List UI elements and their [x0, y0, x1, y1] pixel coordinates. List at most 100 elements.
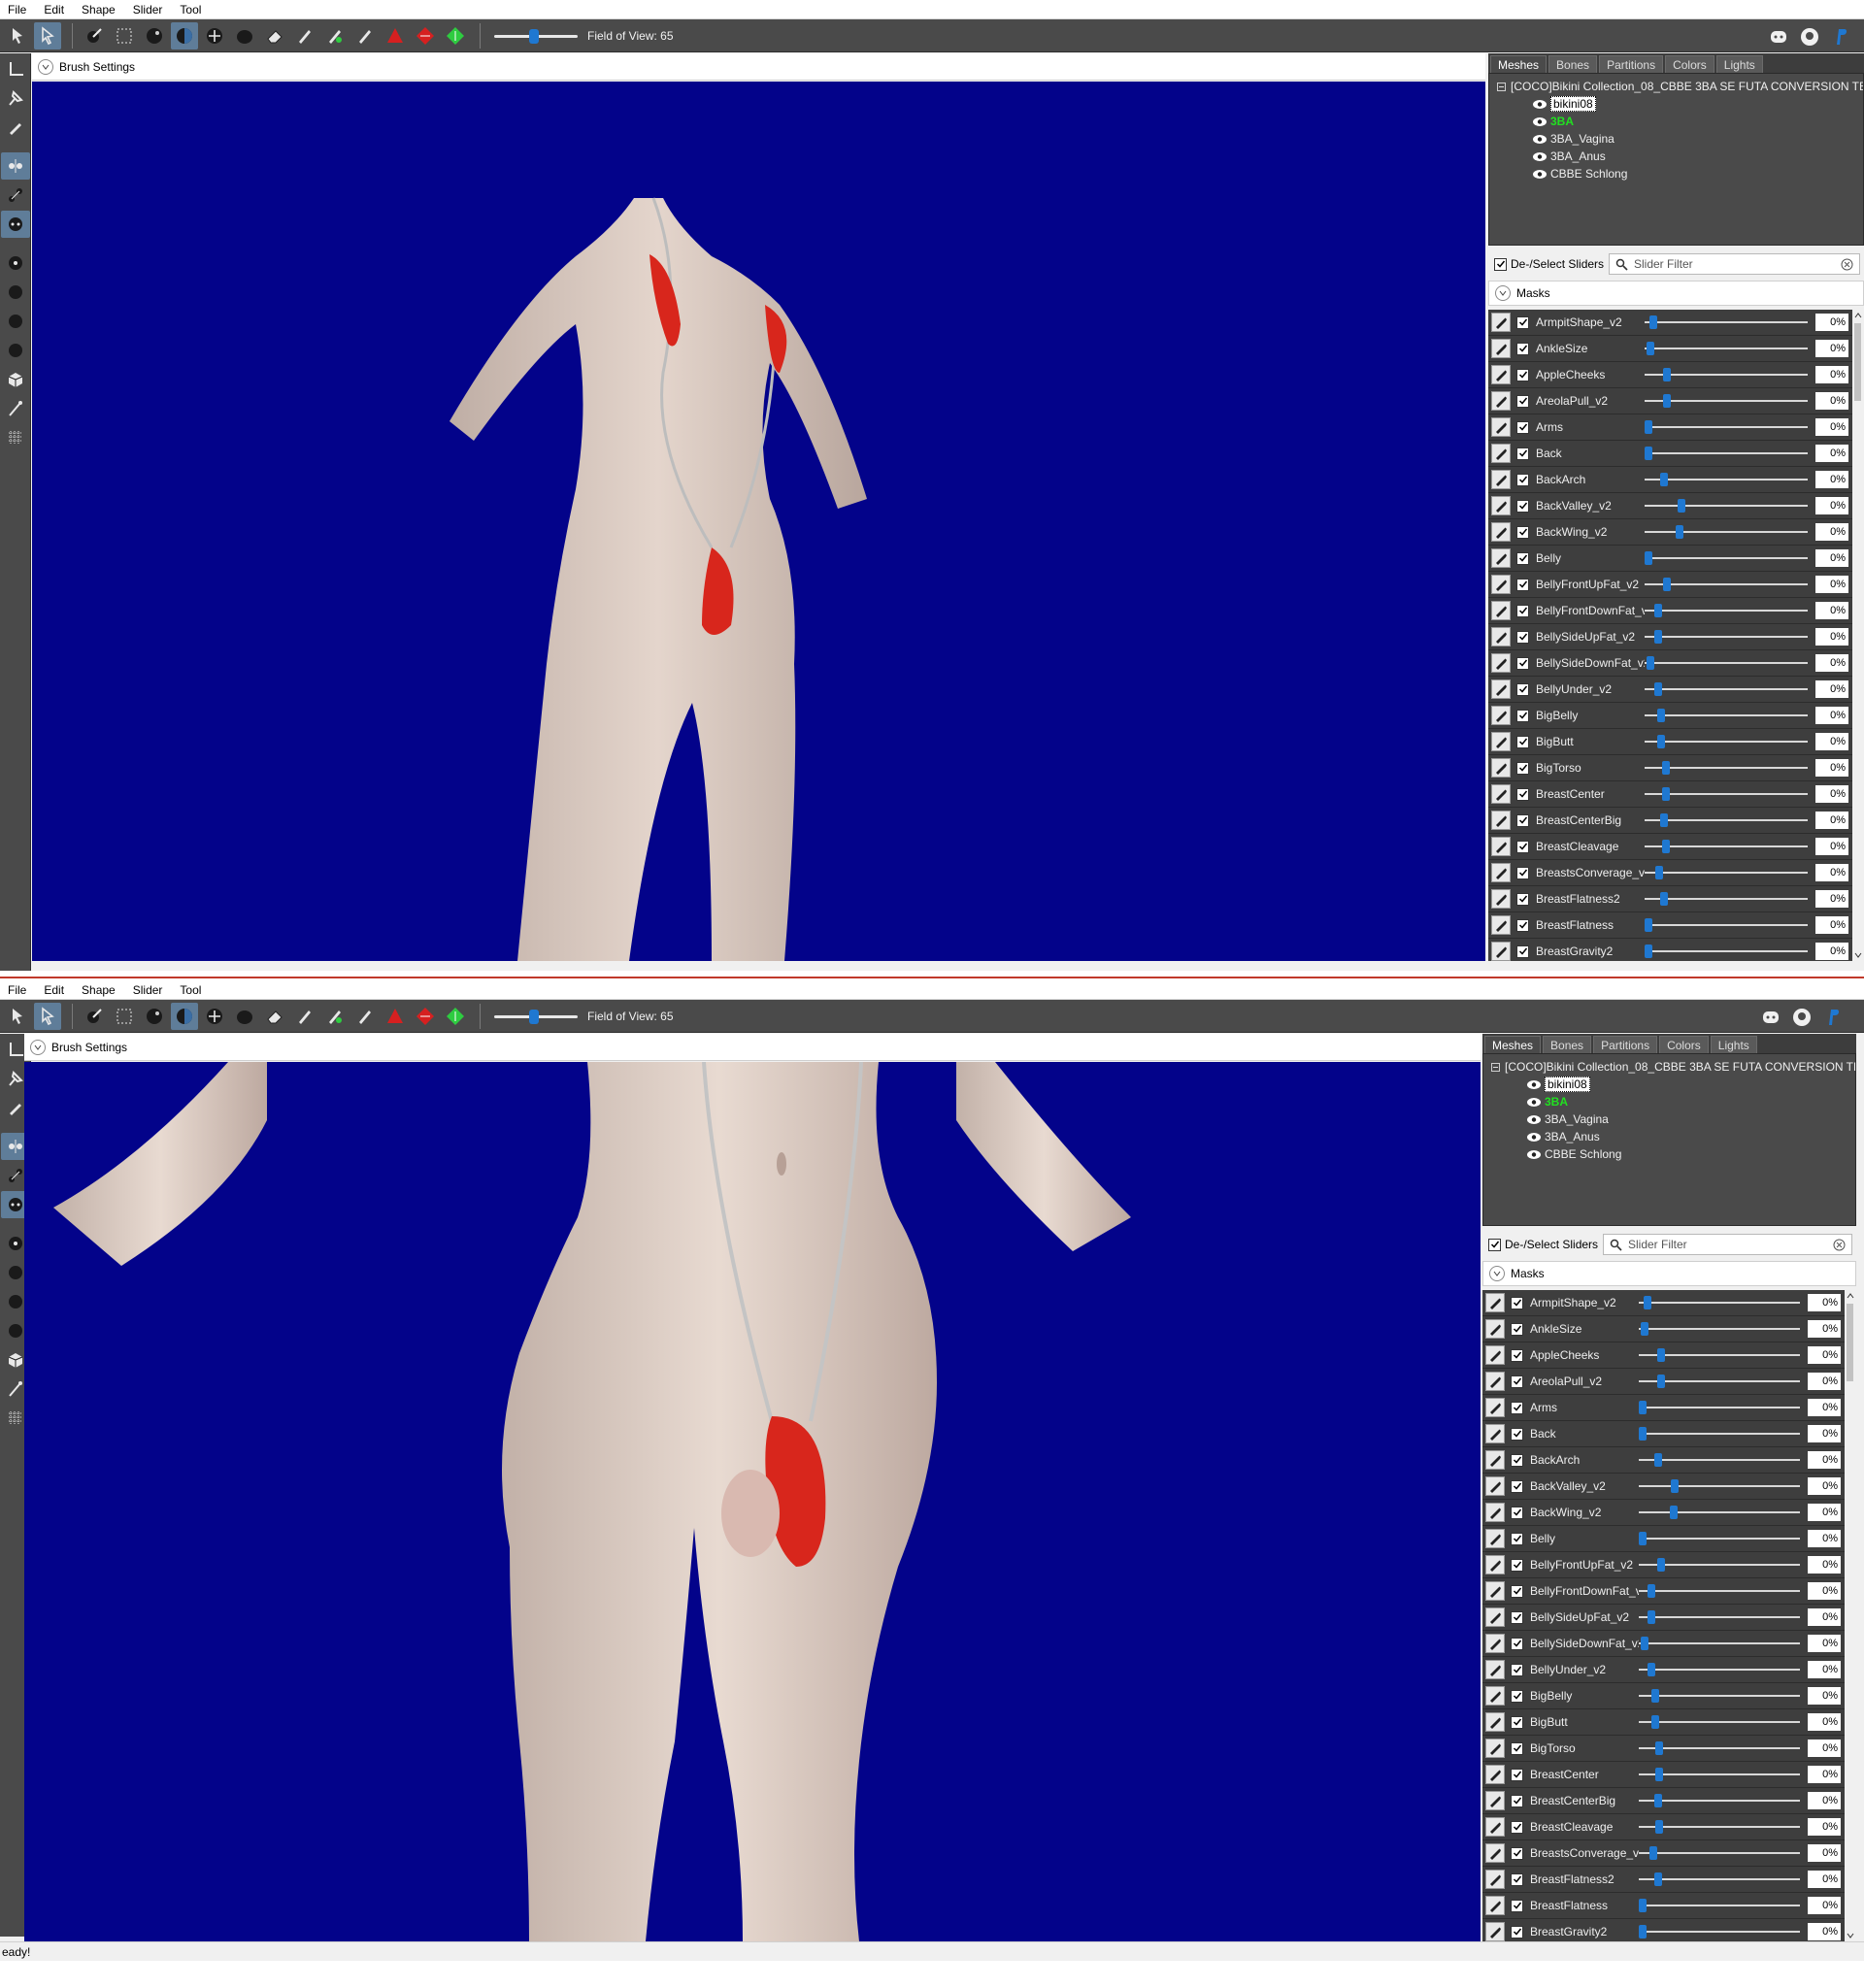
slider-value[interactable]: 0% [1808, 1556, 1841, 1574]
collapse-vertex-button[interactable] [382, 1003, 409, 1030]
eye-icon[interactable] [1526, 1132, 1542, 1143]
deselect-sliders-toggle[interactable]: De-/Select Sliders [1488, 257, 1609, 271]
clear-icon[interactable] [1841, 258, 1853, 271]
slider-track[interactable] [1639, 1872, 1800, 1887]
slider-checkbox[interactable] [1511, 1479, 1523, 1493]
slider-track[interactable] [1645, 812, 1808, 828]
slider-thumb[interactable] [1644, 1296, 1651, 1309]
slider-thumb[interactable] [1645, 551, 1652, 565]
slider-checkbox[interactable] [1516, 578, 1529, 591]
edit-slider-button[interactable] [1485, 1529, 1505, 1548]
eraser-button[interactable] [261, 1003, 288, 1030]
slider-value[interactable]: 0% [1815, 602, 1848, 619]
slider-thumb[interactable] [1654, 682, 1662, 696]
slider-thumb[interactable] [1662, 840, 1670, 853]
edit-slider-button[interactable] [1485, 1739, 1505, 1758]
slider-value[interactable]: 0% [1815, 523, 1848, 541]
slider-track[interactable] [1639, 1583, 1800, 1599]
slider-value[interactable]: 0% [1808, 1373, 1841, 1390]
slider-checkbox[interactable] [1516, 813, 1529, 827]
menu-slider[interactable]: Slider [131, 2, 165, 17]
slider-checkbox[interactable] [1511, 1741, 1523, 1755]
checkbox[interactable] [1494, 257, 1507, 271]
edit-slider-button[interactable] [1491, 391, 1511, 411]
slider-track[interactable] [1639, 1347, 1800, 1363]
eye-icon[interactable] [1526, 1079, 1542, 1090]
mesh-item[interactable]: CBBE Schlong [1489, 165, 1863, 182]
slider-value[interactable]: 0% [1808, 1294, 1841, 1311]
slider-thumb[interactable] [1645, 918, 1652, 932]
tab-partitions[interactable]: Partitions [1599, 55, 1664, 73]
slider-value[interactable]: 0% [1808, 1530, 1841, 1547]
slider-track[interactable] [1645, 917, 1808, 933]
slider-checkbox[interactable] [1511, 1453, 1523, 1467]
slider-value[interactable]: 0% [1815, 890, 1848, 908]
brush-move-button[interactable] [201, 1003, 228, 1030]
edit-slider-button[interactable] [1485, 1319, 1505, 1339]
slider-value[interactable]: 0% [1808, 1399, 1841, 1416]
eye-icon[interactable] [1532, 151, 1548, 162]
slider-track[interactable] [1639, 1478, 1800, 1494]
slider-thumb[interactable] [1651, 1715, 1659, 1729]
slider-track[interactable] [1645, 944, 1808, 959]
brush-standard-button[interactable] [81, 22, 108, 50]
slider-value[interactable]: 0% [1808, 1740, 1841, 1757]
edit-slider-button[interactable] [1491, 313, 1511, 332]
slider-track[interactable] [1645, 341, 1808, 356]
slider-track[interactable] [1645, 367, 1808, 382]
slider-checkbox[interactable] [1511, 1427, 1523, 1441]
color-brush-button[interactable] [351, 1003, 379, 1030]
lighting-button[interactable] [1, 308, 30, 335]
eye-icon[interactable] [1532, 116, 1548, 127]
edit-slider-button[interactable] [1491, 339, 1511, 358]
edit-slider-button[interactable] [1491, 496, 1511, 515]
menu-file[interactable]: File [6, 2, 28, 17]
slider-track[interactable] [1639, 1636, 1800, 1651]
slider-checkbox[interactable] [1511, 1663, 1523, 1676]
mesh-item[interactable]: 3BA_Anus [1489, 148, 1863, 165]
edit-slider-button[interactable] [1491, 837, 1511, 856]
slider-thumb[interactable] [1639, 1532, 1647, 1545]
slider-thumb[interactable] [1662, 761, 1670, 775]
slider-checkbox[interactable] [1511, 1872, 1523, 1886]
slider-thumb[interactable] [1657, 1558, 1665, 1572]
show-vertices-button[interactable] [1, 249, 30, 277]
slider-thumb[interactable] [1645, 420, 1652, 434]
slider-checkbox[interactable] [1511, 1715, 1523, 1729]
tab-bones[interactable]: Bones [1548, 55, 1598, 73]
slider-thumb[interactable] [1645, 944, 1652, 958]
split-edge-button[interactable] [442, 1003, 469, 1030]
slider-track[interactable] [1645, 839, 1808, 854]
slider-track[interactable] [1639, 1819, 1800, 1835]
slider-thumb[interactable] [1657, 1375, 1665, 1388]
eye-icon[interactable] [1532, 99, 1548, 110]
slider-value[interactable]: 0% [1815, 418, 1848, 436]
edit-slider-button[interactable] [1491, 417, 1511, 437]
slider-track[interactable] [1645, 734, 1808, 749]
tab-bones[interactable]: Bones [1543, 1036, 1592, 1053]
fov-slider-thumb[interactable] [529, 28, 539, 44]
select-tool-button[interactable] [4, 22, 31, 50]
edit-slider-button[interactable] [1491, 915, 1511, 935]
mask-brush-button[interactable] [291, 22, 318, 50]
menu-shape[interactable]: Shape [80, 982, 117, 998]
slider-value[interactable]: 0% [1815, 549, 1848, 567]
slider-value[interactable]: 0% [1815, 576, 1848, 593]
slider-value[interactable]: 0% [1815, 943, 1848, 960]
slider-checkbox[interactable] [1516, 604, 1529, 617]
scroll-thumb[interactable] [1847, 1304, 1853, 1381]
slider-filter-input[interactable]: Slider Filter [1609, 253, 1860, 275]
split-edge-button[interactable] [442, 22, 469, 50]
slider-track[interactable] [1639, 1714, 1800, 1730]
slider-track[interactable] [1639, 1505, 1800, 1520]
eye-icon[interactable] [1526, 1149, 1542, 1160]
slider-thumb[interactable] [1639, 1427, 1647, 1441]
edit-slider-button[interactable] [1485, 1503, 1505, 1522]
edit-slider-button[interactable] [1485, 1293, 1505, 1312]
slider-checkbox[interactable] [1516, 892, 1529, 906]
flip-edge-button[interactable] [412, 22, 439, 50]
slider-filter-input[interactable]: Slider Filter [1603, 1234, 1852, 1255]
slider-value[interactable]: 0% [1808, 1844, 1841, 1862]
menu-file[interactable]: File [6, 982, 28, 998]
edit-slider-button[interactable] [1491, 942, 1511, 961]
